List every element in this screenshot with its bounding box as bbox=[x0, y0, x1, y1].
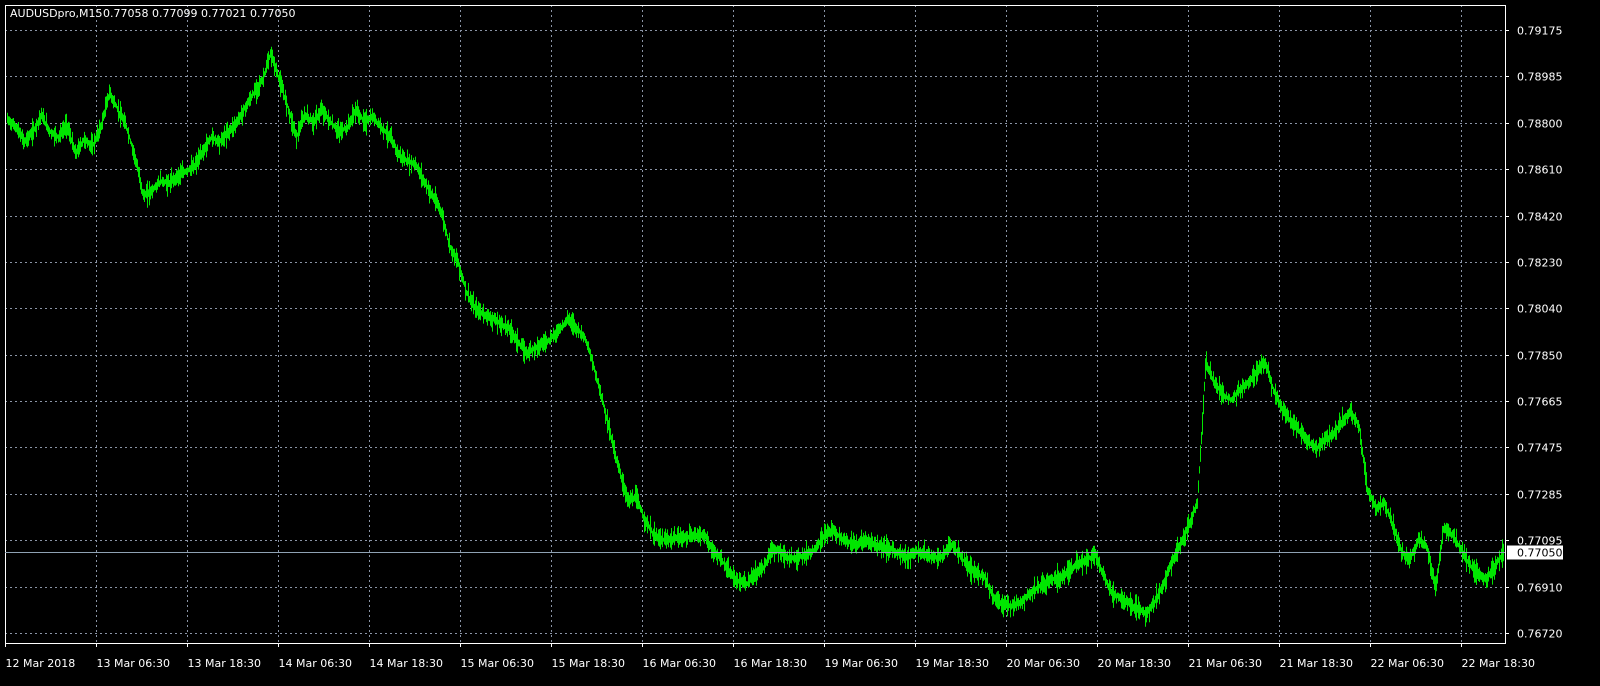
time-tick-label: 15 Mar 06:30 bbox=[461, 657, 534, 670]
time-tick-label: 12 Mar 2018 bbox=[6, 657, 76, 670]
time-tick-label: 19 Mar 18:30 bbox=[916, 657, 989, 670]
time-tick-label: 13 Mar 06:30 bbox=[97, 657, 170, 670]
price-tick-label: 0.76910 bbox=[1517, 582, 1563, 595]
time-tick-label: 22 Mar 06:30 bbox=[1371, 657, 1444, 670]
time-tick-label: 16 Mar 18:30 bbox=[734, 657, 807, 670]
time-tick-label: 20 Mar 18:30 bbox=[1098, 657, 1171, 670]
time-tick-label: 19 Mar 06:30 bbox=[825, 657, 898, 670]
time-tick-label: 21 Mar 06:30 bbox=[1189, 657, 1262, 670]
time-tick-label: 20 Mar 06:30 bbox=[1007, 657, 1080, 670]
time-tick-label: 14 Mar 06:30 bbox=[279, 657, 352, 670]
time-tick-label: 16 Mar 06:30 bbox=[643, 657, 716, 670]
time-tick-label: 14 Mar 18:30 bbox=[370, 657, 443, 670]
chart-info: AUDUSDpro,M15 0.77058 0.77099 0.77021 0.… bbox=[10, 7, 295, 20]
price-tick-label: 0.76720 bbox=[1517, 628, 1563, 641]
price-tick-label: 0.77850 bbox=[1517, 350, 1563, 363]
price-tick-label: 0.78040 bbox=[1517, 303, 1563, 316]
price-tick-label: 0.78800 bbox=[1517, 118, 1563, 131]
price-tick-label: 0.78610 bbox=[1517, 164, 1563, 177]
ohlc-readout: 0.77058 0.77099 0.77021 0.77050 bbox=[103, 7, 295, 20]
time-tick-label: 13 Mar 18:30 bbox=[188, 657, 261, 670]
time-tick-label: 15 Mar 18:30 bbox=[552, 657, 625, 670]
price-tick-label: 0.78230 bbox=[1517, 257, 1563, 270]
chart-background bbox=[0, 0, 1600, 686]
price-tick-label: 0.77665 bbox=[1517, 396, 1563, 409]
current-price-tag-label: 0.77050 bbox=[1517, 547, 1563, 560]
symbol-timeframe-label: AUDUSDpro,M15 bbox=[10, 7, 103, 20]
price-tick-label: 0.78985 bbox=[1517, 71, 1563, 84]
price-tick-label: 0.77285 bbox=[1517, 489, 1563, 502]
price-chart[interactable]: 0.79175 0.78985 0.78800 0.78610 0.78420 0.782… bbox=[0, 0, 1600, 686]
price-tick-label: 0.78420 bbox=[1517, 211, 1563, 224]
current-price-tag: 0.77050 bbox=[1507, 545, 1563, 560]
price-tick-label: 0.79175 bbox=[1517, 25, 1563, 38]
time-tick-label: 22 Mar 18:30 bbox=[1462, 657, 1535, 670]
price-tick-label: 0.77475 bbox=[1517, 442, 1563, 455]
time-tick-label: 21 Mar 18:30 bbox=[1280, 657, 1353, 670]
